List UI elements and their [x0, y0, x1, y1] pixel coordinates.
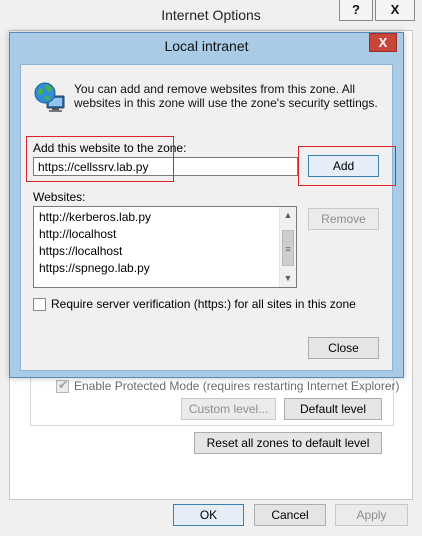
reset-all-zones-button[interactable]: Reset all zones to default level [194, 432, 382, 454]
list-item[interactable]: http://kerberos.lab.py [34, 209, 279, 226]
globe-computer-icon [34, 82, 65, 112]
list-item[interactable]: https://spnego.lab.py [34, 260, 279, 277]
protected-mode-row: ✔ Enable Protected Mode (requires restar… [56, 378, 400, 394]
zone-description: You can add and remove websites from thi… [74, 82, 378, 110]
dialog-body: You can add and remove websites from thi… [20, 64, 393, 371]
websites-label: Websites: [33, 190, 86, 204]
cancel-button[interactable]: Cancel [254, 504, 326, 526]
local-intranet-dialog: Local intranet X You can add and remove … [9, 32, 404, 378]
default-level-button[interactable]: Default level [284, 398, 382, 420]
grip-icon: ≡ [285, 244, 291, 254]
scrollbar-thumb[interactable]: ≡ [282, 230, 294, 266]
dialog-title: Local intranet [164, 38, 249, 54]
scroll-up-arrow-icon[interactable]: ▲ [280, 207, 296, 224]
window-close-button[interactable]: X [375, 0, 415, 21]
help-button[interactable]: ? [339, 0, 373, 21]
add-website-label: Add this website to the zone: [33, 141, 187, 155]
protected-mode-checkbox[interactable]: ✔ [56, 377, 69, 393]
remove-button[interactable]: Remove [308, 208, 379, 230]
protected-mode-label: Enable Protected Mode (requires restarti… [74, 379, 400, 393]
custom-level-button[interactable]: Custom level... [181, 398, 276, 420]
scroll-down-arrow-icon[interactable]: ▼ [280, 270, 296, 287]
dialog-close-icon[interactable]: X [369, 33, 397, 52]
require-verification-label: Require server verification (https:) for… [51, 297, 356, 311]
website-url-input[interactable] [33, 157, 298, 176]
require-verification-row: Require server verification (https:) for… [33, 297, 356, 311]
add-button[interactable]: Add [308, 155, 379, 177]
websites-list[interactable]: http://kerberos.lab.py http://localhost … [33, 206, 297, 288]
apply-button[interactable]: Apply [335, 504, 408, 526]
list-item[interactable]: http://localhost [34, 226, 279, 243]
websites-scrollbar[interactable]: ▲ ≡ ▼ [279, 207, 296, 287]
ok-button[interactable]: OK [173, 504, 244, 526]
list-item[interactable]: https://localhost [34, 243, 279, 260]
close-button[interactable]: Close [308, 337, 379, 359]
internet-options-titlebar: Internet Options ? X [0, 0, 422, 30]
require-verification-checkbox[interactable] [33, 297, 46, 311]
check-icon: ✔ [58, 377, 69, 392]
